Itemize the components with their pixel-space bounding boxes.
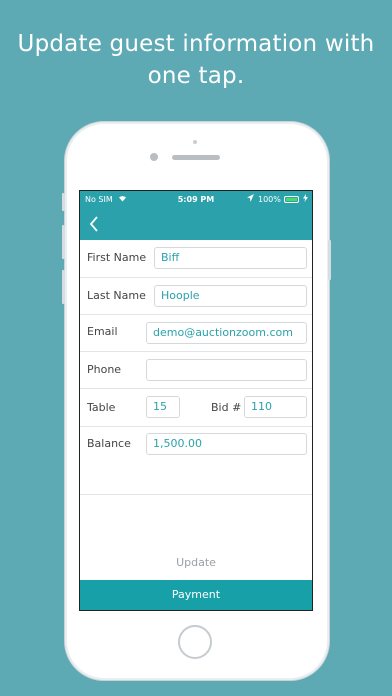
- phone-volume-down: [62, 270, 65, 304]
- promo-headline: Update guest information with one tap.: [17, 31, 375, 89]
- home-button[interactable]: [178, 625, 212, 659]
- bid-field[interactable]: 110: [244, 396, 307, 418]
- phone-side-button: [62, 193, 65, 211]
- payment-button[interactable]: Payment: [80, 580, 312, 610]
- first-name-row: First Name Biff: [80, 240, 312, 278]
- battery-percent: 100%: [258, 195, 281, 204]
- balance-label: Balance: [87, 437, 131, 450]
- phone-speaker: [172, 155, 220, 160]
- phone-field[interactable]: [146, 359, 307, 381]
- phone-camera: [150, 153, 158, 161]
- phone-row: Phone: [80, 351, 312, 389]
- email-row: Email demo@auctionzoom.com: [80, 314, 312, 352]
- balance-field[interactable]: 1,500.00: [146, 433, 307, 455]
- email-field[interactable]: demo@auctionzoom.com: [146, 322, 307, 344]
- first-name-field[interactable]: Biff: [154, 247, 307, 269]
- bid-label: Bid #: [211, 401, 242, 414]
- last-name-field[interactable]: Hoople: [154, 285, 307, 307]
- last-name-row: Last Name Hoople: [80, 277, 312, 315]
- status-bar: No SIM 5:09 PM 100%: [80, 191, 312, 209]
- table-field[interactable]: 15: [146, 396, 180, 418]
- app-screen: No SIM 5:09 PM 100% First Name Biff Last…: [79, 190, 313, 611]
- back-chevron-icon[interactable]: [87, 214, 101, 234]
- phone-power-button: [328, 240, 331, 280]
- update-button[interactable]: Update: [80, 556, 312, 569]
- phone-top-sensor: [193, 140, 197, 144]
- phone-volume-up: [62, 225, 65, 259]
- location-arrow-icon: [247, 194, 254, 204]
- balance-row: Balance 1,500.00: [80, 426, 312, 495]
- phone-label: Phone: [87, 363, 122, 376]
- last-name-label: Last Name: [87, 289, 146, 302]
- table-label: Table: [87, 401, 116, 414]
- battery-icon: [284, 196, 299, 203]
- nav-bar: [80, 209, 312, 240]
- email-label: Email: [87, 325, 118, 338]
- first-name-label: First Name: [87, 251, 147, 264]
- charging-bolt-icon: [303, 194, 308, 204]
- table-bid-row: Table 15 Bid # 110: [80, 388, 312, 427]
